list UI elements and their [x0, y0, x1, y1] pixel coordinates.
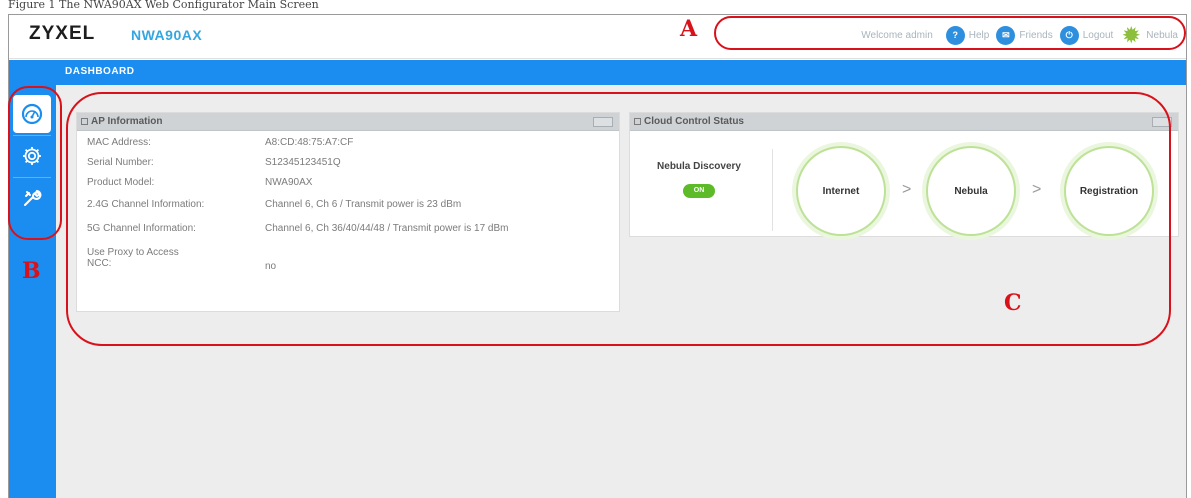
brand-logo: ZYXEL — [29, 23, 96, 44]
model-name: NWA90AX — [131, 27, 203, 43]
tab-dashboard[interactable]: DASHBOARD — [65, 66, 135, 77]
annotation-ring-c — [66, 92, 1171, 346]
navigation-panel: DASHBOARD — [9, 60, 1186, 85]
annotation-label-b: B — [22, 258, 41, 284]
annotation-ring-b — [8, 86, 62, 240]
annotation-label-a: A — [680, 16, 698, 42]
annotation-ring-a — [714, 16, 1186, 50]
figure: Figure 1 The NWA90AX Web Configurator Ma… — [0, 0, 1191, 498]
